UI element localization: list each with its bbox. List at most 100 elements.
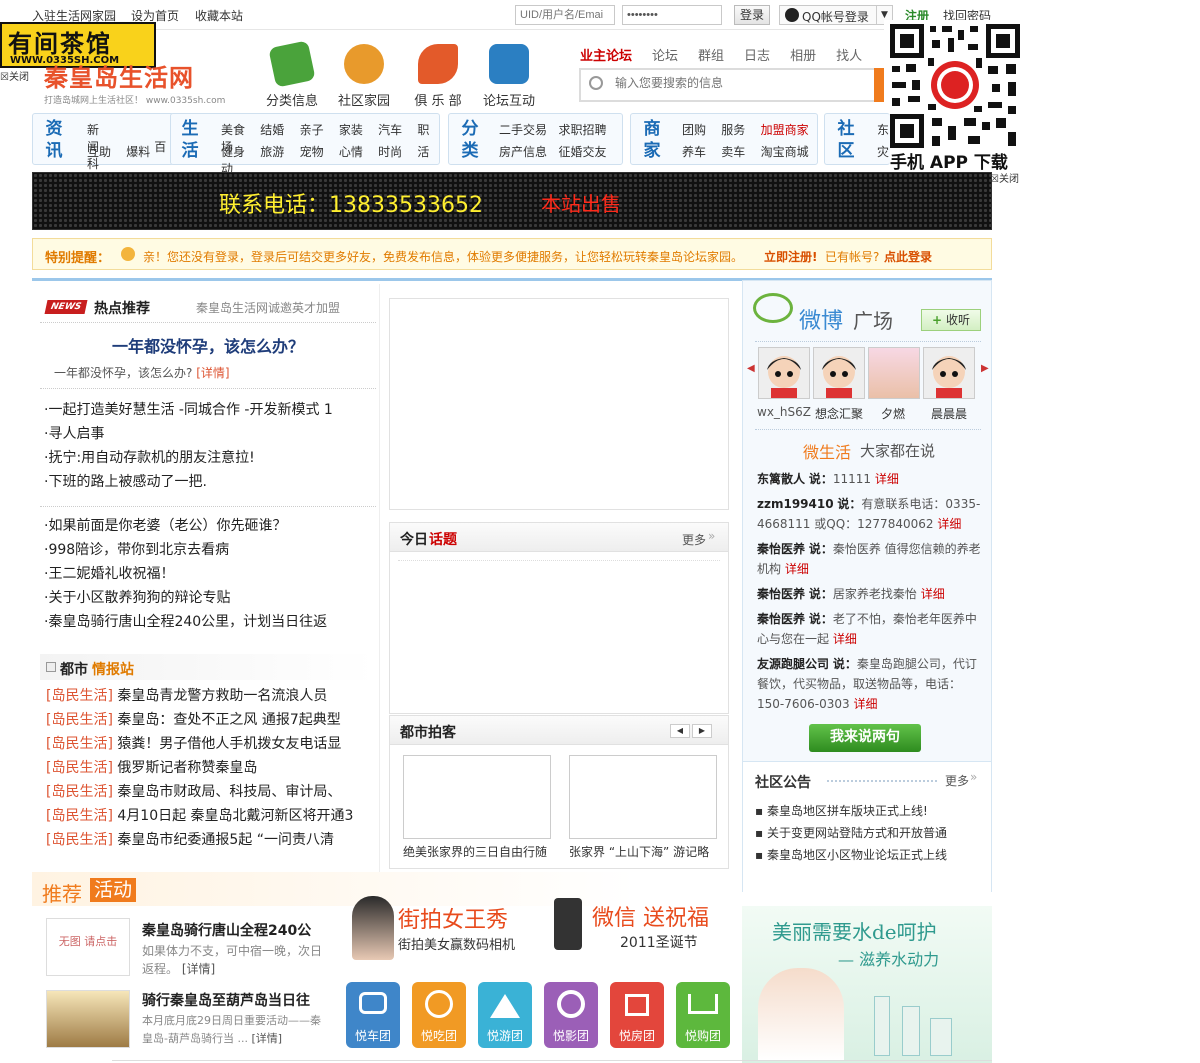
list-item[interactable]: 俄罗斯记者称赞秦皇岛 — [117, 760, 257, 776]
site-logo[interactable]: 秦皇岛生活网 打造岛城网上生活社区！ www.0335sh.com — [44, 58, 225, 106]
avatar[interactable] — [868, 347, 920, 399]
city-tag[interactable]: [岛民生活] — [46, 832, 113, 848]
cat-link[interactable]: 求职招聘 — [558, 123, 606, 137]
bookmark-link[interactable]: 收藏本站 — [195, 7, 243, 24]
topic-more-link[interactable]: 更多 — [682, 531, 706, 548]
cat-link[interactable]: 家装 — [339, 123, 363, 137]
cat-link[interactable]: 宠物 — [300, 145, 324, 159]
click-login-link[interactable]: 点此登录 — [884, 248, 932, 265]
cat-link[interactable]: 结婚 — [260, 123, 284, 137]
cat-link[interactable]: 团购 — [682, 123, 706, 137]
photo-caption[interactable]: 绝美张家界的三日自由行随 — [403, 843, 547, 860]
avatar[interactable] — [758, 347, 810, 399]
list-item[interactable]: 4月10日起 秦皇岛北戴河新区将开通3 — [117, 808, 353, 824]
tab-blog[interactable]: 日志 — [744, 49, 770, 64]
city-tag[interactable]: [岛民生活] — [46, 736, 113, 752]
detail-link[interactable]: [详情] — [251, 1032, 282, 1045]
list-item[interactable]: ▪ 秦皇岛地区小区物业论坛正式上线 — [755, 844, 947, 866]
cat-link[interactable]: 卖车 — [721, 145, 745, 159]
cat-link[interactable]: 爆料 — [126, 145, 150, 159]
slideshow-area[interactable] — [389, 298, 729, 510]
cat-link[interactable]: 汽车 — [378, 123, 402, 137]
city-tag[interactable]: [岛民生活] — [46, 808, 113, 824]
recruit-link[interactable]: 秦皇岛生活网诚邀英才加盟 — [196, 299, 340, 316]
post-user[interactable]: 秦怡医养 — [757, 612, 805, 626]
floating-ad-close[interactable]: ☒关闭 — [0, 68, 29, 83]
avatar-name[interactable]: wx_hS6Z — [757, 405, 811, 419]
activity-title-link[interactable]: 骑行秦皇岛至葫芦岛当日往 — [142, 990, 310, 1010]
cat-link[interactable]: 互助 — [87, 145, 111, 159]
avatar-name[interactable]: 夕燃 — [881, 405, 905, 422]
city-tag[interactable]: [岛民生活] — [46, 688, 113, 704]
post-user[interactable]: 秦怡医养 — [757, 542, 805, 556]
car-group-button[interactable]: 悦车团 — [346, 982, 400, 1048]
list-item[interactable]: ▪ 秦皇岛地区拼车版块正式上线! — [755, 800, 947, 822]
post-user[interactable]: zzm199410 — [757, 497, 834, 511]
cat-link[interactable]: 东 — [877, 121, 889, 138]
post-detail-link[interactable]: 详细 — [785, 562, 809, 576]
cat-link[interactable]: 淘宝商城 — [761, 145, 809, 159]
contact-banner[interactable]: 联系电话：13833533652 本站出售 — [32, 172, 992, 230]
wechat-promo[interactable]: 微信 送祝福 2011圣诞节 — [548, 896, 732, 960]
list-item[interactable]: ·998陪诊，带你到北京去看病 — [44, 538, 327, 562]
password-input[interactable] — [622, 5, 722, 25]
hot-headline[interactable]: 一年都没怀孕，该怎么办？ — [40, 333, 376, 357]
post-detail-link[interactable]: 详细 — [853, 697, 877, 711]
avatar-name[interactable]: 晨晨晨 — [931, 405, 967, 422]
list-item[interactable]: 秦皇岛青龙警方救助一名流浪人员 — [117, 688, 327, 704]
post-detail-link[interactable]: 详细 — [833, 632, 857, 646]
search-icon[interactable] — [589, 76, 603, 90]
list-item[interactable]: ·如果前面是你老婆（老公）你先砸谁？ — [44, 514, 327, 538]
list-item[interactable]: ▪ 关于变更网站登陆方式和开放普通 — [755, 822, 947, 844]
username-input[interactable] — [515, 5, 615, 25]
avatar[interactable] — [813, 347, 865, 399]
city-tag[interactable]: [岛民生活] — [46, 784, 113, 800]
activity-title-link[interactable]: 秦皇岛骑行唐山全程240公 — [142, 920, 311, 940]
cat-link[interactable]: 旅游 — [260, 145, 284, 159]
skincare-ad[interactable]: 美丽需要水de呵护 — 滋养水动力 — [742, 906, 992, 1063]
avatar[interactable] — [923, 347, 975, 399]
register-now-link[interactable]: 立即注册! — [764, 248, 817, 265]
post-user[interactable]: 东篱散人 — [757, 472, 805, 486]
tab-albums[interactable]: 相册 — [790, 49, 816, 64]
list-item[interactable]: 秦皇岛：查处不正之风 通报7起典型 — [117, 712, 340, 728]
post-detail-link[interactable]: 详细 — [937, 517, 961, 531]
detail-link[interactable]: [详情] — [182, 962, 215, 976]
street-photo-promo[interactable]: 街拍女王秀 街拍美女赢数码相机 — [348, 896, 534, 960]
city-tag[interactable]: [岛民生活] — [46, 760, 113, 776]
detail-link[interactable]: [详情] — [196, 366, 229, 380]
tab-find-people[interactable]: 找人 — [836, 49, 862, 64]
city-tag[interactable]: [岛民生活] — [46, 712, 113, 728]
photo-thumb[interactable] — [569, 755, 717, 839]
post-detail-link[interactable]: 详细 — [875, 472, 899, 486]
cat-link[interactable]: 加盟商家 — [761, 123, 809, 137]
left-arrow-icon[interactable]: ◀ — [747, 363, 755, 374]
list-item[interactable]: ·下班的路上被感动了一把. — [44, 470, 333, 494]
cat-link[interactable]: 二手交易 — [499, 123, 547, 137]
qq-login-button[interactable]: QQ帐号登录 ▼ — [779, 5, 893, 25]
search-input[interactable] — [615, 76, 865, 90]
avatar-name[interactable]: 想念汇聚 — [815, 405, 863, 422]
nav-community[interactable]: 社区家园 — [336, 44, 392, 109]
cat-link[interactable]: 心情 — [339, 145, 363, 159]
nav-club[interactable]: 俱 乐 部 — [410, 44, 466, 109]
cat-link[interactable]: 服务 — [721, 123, 745, 137]
right-arrow-icon[interactable]: ▶ — [981, 363, 989, 374]
prev-arrow-icon[interactable]: ◀ — [670, 724, 690, 738]
house-group-button[interactable]: 悦房团 — [610, 982, 664, 1048]
list-item[interactable]: ·关于小区散养狗狗的辩论专贴 — [44, 586, 327, 610]
travel-group-button[interactable]: 悦游团 — [478, 982, 532, 1048]
tab-forum[interactable]: 论坛 — [652, 49, 678, 64]
cat-link[interactable]: 美食 — [221, 123, 245, 137]
login-button[interactable]: 登录 — [734, 5, 770, 25]
next-arrow-icon[interactable]: ▶ — [692, 724, 712, 738]
cat-link[interactable]: 时尚 — [378, 145, 402, 159]
cat-link[interactable]: 灾 — [877, 143, 889, 160]
photo-caption[interactable]: 张家界 “上山下海” 游记略 — [569, 843, 709, 860]
post-detail-link[interactable]: 详细 — [921, 587, 945, 601]
cat-link[interactable]: 健身 — [221, 145, 245, 159]
list-item[interactable]: ·秦皇岛骑行唐山全程240公里，计划当日往返 — [44, 610, 327, 634]
list-item[interactable]: ·一起打造美好慧生活 -同城合作 -开发新模式 1 — [44, 398, 333, 422]
photo-thumb[interactable] — [403, 755, 551, 839]
cat-link[interactable]: 房产信息 — [499, 145, 547, 159]
